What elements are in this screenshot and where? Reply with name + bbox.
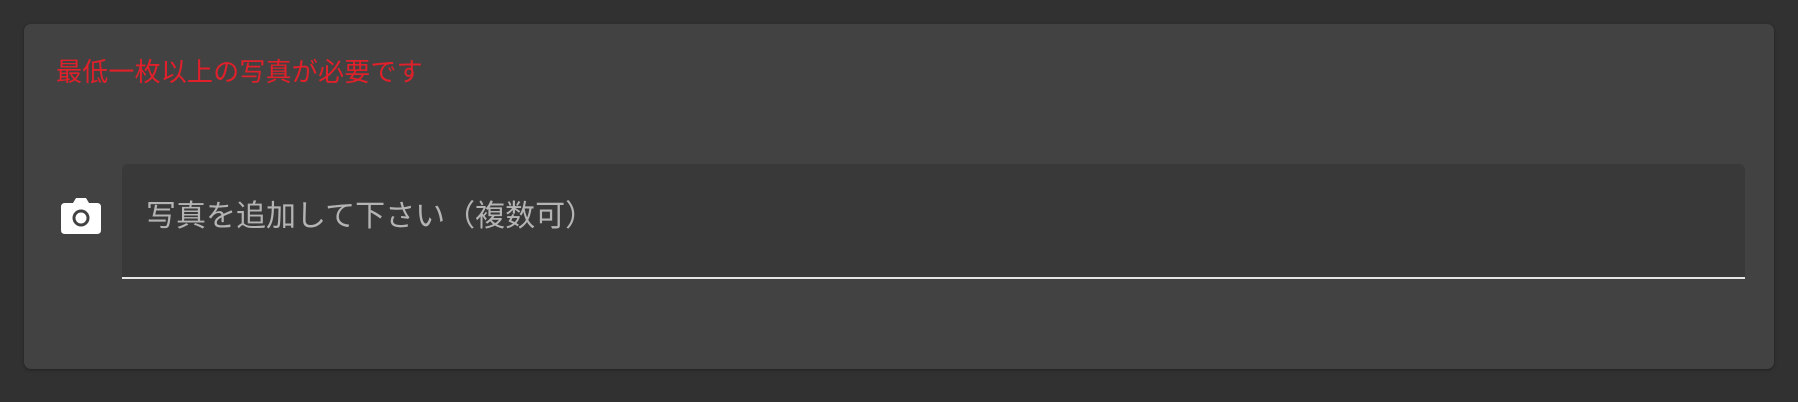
camera-icon[interactable]	[60, 197, 102, 235]
photo-upload-field[interactable]: 写真を追加して下さい（複数可）	[122, 164, 1745, 279]
error-message: 最低一枚以上の写真が必要です	[56, 58, 423, 88]
photo-upload-label: 写真を追加して下さい（複数可）	[146, 199, 596, 234]
photo-upload-card: 最低一枚以上の写真が必要です 写真を追加して下さい（複数可）	[24, 24, 1774, 369]
